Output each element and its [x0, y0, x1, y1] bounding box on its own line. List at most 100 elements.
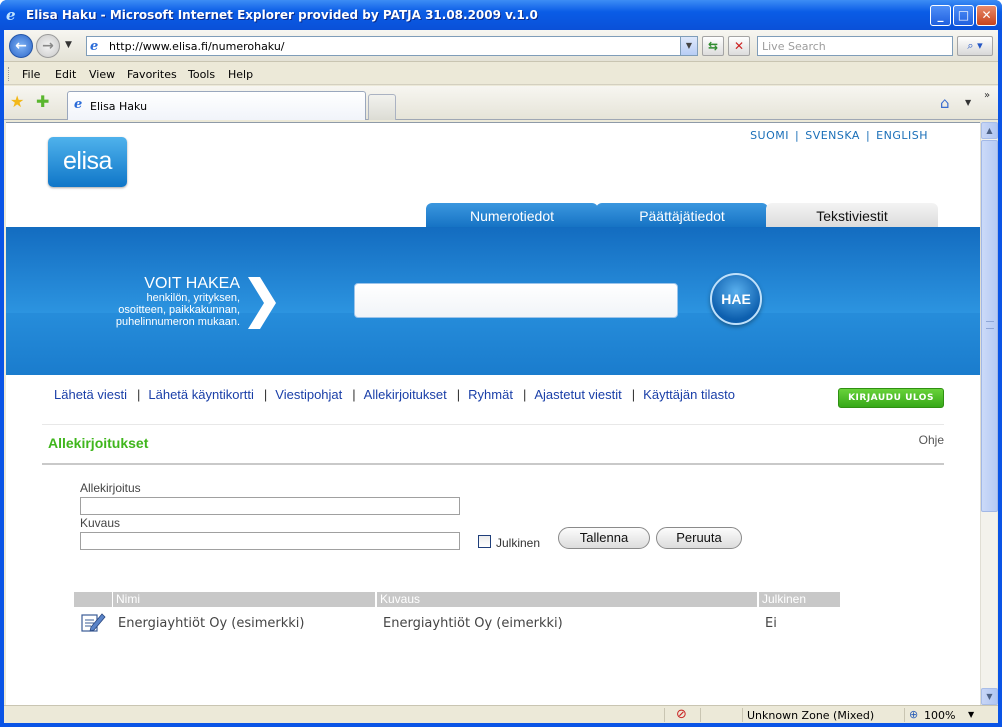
refresh-button[interactable]: ⇆: [702, 36, 724, 56]
add-favorite-icon[interactable]: ✚: [36, 93, 49, 111]
scroll-down-button[interactable]: ▼: [981, 688, 998, 705]
toolbar-overflow-icon[interactable]: »: [984, 90, 990, 101]
tab-label: Elisa Haku: [90, 100, 148, 113]
tab-numerotiedot[interactable]: Numerotiedot: [426, 203, 598, 227]
search-go-button[interactable]: ⌕ ▾: [957, 36, 993, 56]
save-button[interactable]: Tallenna: [558, 527, 650, 549]
chevron-down-icon: ▼: [986, 692, 993, 701]
address-toolbar: ← → ▼ e http://www.elisa.fi/numerohaku/ …: [4, 30, 998, 62]
zoom-icon[interactable]: ⊕: [909, 708, 918, 721]
menu-edit[interactable]: Edit: [55, 68, 76, 81]
magnifier-icon: ⌕ ▾: [967, 39, 983, 52]
stop-button[interactable]: ✕: [728, 36, 750, 56]
page-viewport: SUOMI | SVENSKA | ENGLISH elisa Numerotiedot…: [6, 122, 980, 705]
scroll-thumb[interactable]: [981, 140, 998, 512]
security-zone: Unknown Zone (Mixed): [747, 709, 875, 722]
menu-tools[interactable]: Tools: [188, 68, 215, 81]
nav-laheta-kayntikortti[interactable]: Lähetä käyntikortti: [148, 387, 254, 402]
tab-tekstiviestit[interactable]: Tekstiviestit: [766, 203, 938, 227]
logout-button[interactable]: KIRJAUDU ULOS: [838, 388, 944, 408]
browser-chrome: ← → ▼ e http://www.elisa.fi/numerohaku/ …: [4, 30, 998, 723]
public-checkbox[interactable]: [478, 535, 491, 548]
search-banner: VOIT HAKEA henkilön, yrityksen, osoittee…: [6, 227, 980, 375]
window-title: Elisa Haku - Microsoft Internet Explorer…: [26, 8, 538, 22]
favorites-star-icon[interactable]: ★: [10, 93, 24, 111]
menu-file[interactable]: File: [22, 68, 40, 81]
tabs-toolbar: ★ ✚ e Elisa Haku ⌂ ▼ »: [4, 86, 998, 120]
banner-line: osoitteen, paikkakunnan,: [118, 304, 240, 316]
close-button[interactable]: ✕: [976, 5, 997, 26]
search-button[interactable]: HAE: [710, 273, 762, 325]
privacy-icon[interactable]: ⊘: [676, 707, 687, 722]
title-divider: [42, 463, 944, 465]
arrow-right-icon: →: [42, 38, 54, 54]
menu-help[interactable]: Help: [228, 68, 253, 81]
search-input[interactable]: [354, 283, 678, 318]
menu-view[interactable]: View: [89, 68, 115, 81]
chevron-down-icon: ▼: [685, 41, 693, 50]
chevron-down-icon[interactable]: ▼: [965, 98, 971, 107]
arrow-left-icon: ←: [15, 38, 27, 54]
scroll-up-button[interactable]: ▲: [981, 122, 998, 139]
history-dropdown[interactable]: ▼: [65, 40, 72, 50]
chevron-down-icon: ▼: [65, 40, 72, 50]
nav-kayttajan-tilasto[interactable]: Käyttäjän tilasto: [643, 387, 735, 402]
address-dropdown[interactable]: ▼: [680, 37, 697, 55]
minimize-button[interactable]: _: [930, 5, 951, 26]
zoom-level[interactable]: 100%: [924, 709, 955, 722]
lang-english[interactable]: ENGLISH: [876, 129, 928, 142]
table-header-public: Julkinen: [759, 592, 840, 607]
back-button[interactable]: ←: [9, 34, 33, 58]
tab-paattajatiedot[interactable]: Päättäjätiedot: [596, 203, 768, 227]
stop-icon: ✕: [733, 39, 745, 53]
nav-ajastetut-viestit[interactable]: Ajastetut viestit: [534, 387, 621, 402]
address-field[interactable]: e http://www.elisa.fi/numerohaku/ ▼: [86, 36, 698, 56]
table-header-description: Kuvaus: [377, 592, 757, 607]
description-label: Kuvaus: [80, 516, 121, 530]
banner-line: henkilön, yrityksen,: [146, 292, 240, 304]
maximize-button[interactable]: □: [953, 5, 974, 26]
edit-icon[interactable]: [80, 611, 106, 633]
nav-laheta-viesti[interactable]: Lähetä viesti: [54, 387, 127, 402]
row-name: Energiayhtiöt Oy (esimerkki): [118, 616, 305, 631]
menu-favorites[interactable]: Favorites: [127, 68, 177, 81]
nav-viestipohjat[interactable]: Viestipohjat: [275, 387, 342, 402]
home-icon[interactable]: ⌂: [940, 94, 950, 112]
cancel-button[interactable]: Peruuta: [656, 527, 742, 549]
page-title: Allekirjoitukset: [48, 435, 149, 451]
browser-tab-elisa[interactable]: e Elisa Haku: [67, 91, 366, 120]
banner-headline: VOIT HAKEA: [144, 275, 240, 292]
elisa-logo[interactable]: elisa: [48, 137, 127, 187]
row-public: Ei: [765, 616, 777, 631]
table-header-icon-column: [74, 592, 112, 607]
status-bar: ⊘ Unknown Zone (Mixed) ⊕ 100% ▼: [4, 705, 998, 723]
toolbar-grip[interactable]: [8, 67, 11, 81]
chevron-down-icon[interactable]: ▼: [968, 710, 974, 719]
banner-line: puhelinnumeron mukaan.: [115, 316, 240, 328]
row-description: Energiayhtiöt Oy (eimerkki): [383, 616, 563, 631]
vertical-scrollbar[interactable]: ▲ ▼: [980, 122, 998, 705]
lang-svenska[interactable]: SVENSKA: [805, 129, 860, 142]
signature-label: Allekirjoitus: [80, 481, 141, 495]
chevron-up-icon: ▲: [986, 126, 993, 135]
page-icon: e: [90, 39, 99, 54]
page-icon: e: [74, 97, 83, 112]
help-link[interactable]: Ohje: [919, 433, 944, 447]
signatures-panel: Allekirjoitukset Ohje Allekirjoitus Kuva…: [42, 424, 944, 705]
ie-logo-icon: e: [6, 6, 16, 24]
address-url: http://www.elisa.fi/numerohaku/: [109, 40, 285, 53]
description-input[interactable]: [80, 532, 460, 550]
signature-input[interactable]: [80, 497, 460, 515]
live-search-input[interactable]: Live Search: [757, 36, 953, 56]
title-bar[interactable]: e Elisa Haku - Microsoft Internet Explor…: [0, 0, 1002, 30]
public-label: Julkinen: [496, 536, 541, 550]
language-links: SUOMI | SVENSKA | ENGLISH: [750, 129, 928, 142]
nav-ryhmat[interactable]: Ryhmät: [468, 387, 513, 402]
forward-button[interactable]: →: [36, 34, 60, 58]
sms-subnav: Lähetä viesti | Lähetä käyntikortti | Viesti…: [54, 387, 735, 402]
new-tab-button[interactable]: [368, 94, 396, 120]
browser-window: e Elisa Haku - Microsoft Internet Explor…: [0, 0, 1002, 727]
lang-suomi[interactable]: SUOMI: [750, 129, 789, 142]
nav-allekirjoitukset[interactable]: Allekirjoitukset: [364, 387, 447, 402]
banner-text: VOIT HAKEA henkilön, yrityksen, osoittee…: [116, 275, 240, 328]
